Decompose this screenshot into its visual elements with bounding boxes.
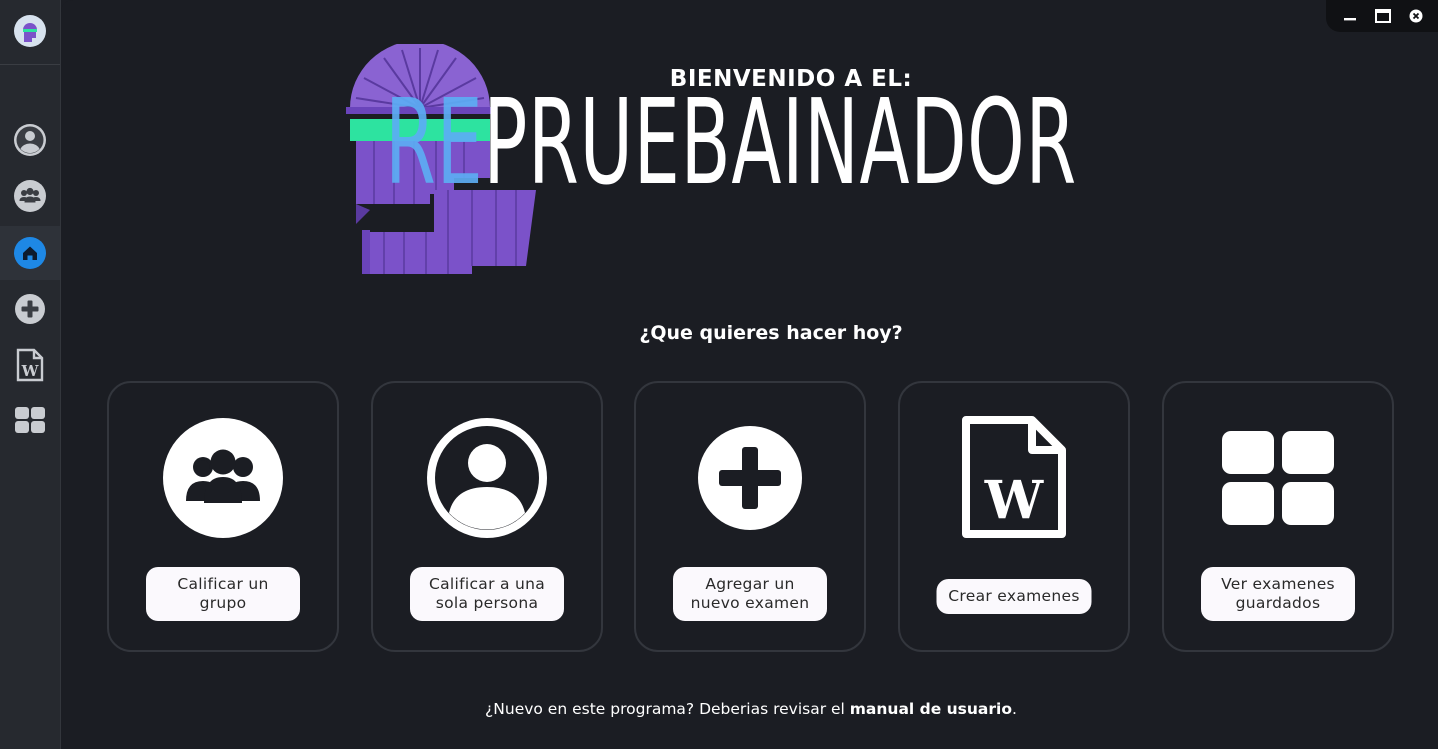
sidebar-item-word[interactable]: W xyxy=(0,338,60,392)
card-add-exam: Agregar un nuevo examen xyxy=(634,381,866,652)
svg-text:W: W xyxy=(984,470,1045,531)
card-icon-area: W xyxy=(900,413,1128,543)
view-saved-exams-button[interactable]: Ver examenes guardados xyxy=(1201,567,1355,621)
footer-end: . xyxy=(1012,700,1017,718)
sidebar-item-add[interactable] xyxy=(0,282,60,336)
group-icon xyxy=(163,418,283,538)
card-grade-single: Calificar a una sola persona xyxy=(371,381,603,652)
footer-text: ¿Nuevo en este programa? Deberias revisa… xyxy=(485,700,850,718)
word-document-icon: W xyxy=(962,416,1066,538)
app-title-prefix: RE xyxy=(385,73,484,211)
footer-note: ¿Nuevo en este programa? Deberias revisa… xyxy=(361,700,1141,718)
sidebar-item-home[interactable] xyxy=(0,226,60,280)
card-view-saved: Ver examenes guardados xyxy=(1162,381,1394,652)
minimize-icon xyxy=(1344,18,1356,21)
group-icon xyxy=(14,180,46,212)
grid-icon xyxy=(15,407,45,433)
sidebar-item-group[interactable] xyxy=(0,169,60,223)
card-icon-area xyxy=(373,413,601,543)
sidebar-item-profile[interactable] xyxy=(0,113,60,167)
close-button[interactable] xyxy=(1405,6,1427,26)
maximize-button[interactable] xyxy=(1372,6,1394,26)
app-title: REPRUEBAINADOR xyxy=(385,80,1077,204)
sidebar-logo-area xyxy=(0,0,60,65)
user-icon xyxy=(427,418,547,538)
card-icon-area xyxy=(636,413,864,543)
sidebar: W xyxy=(0,0,61,749)
sidebar-item-grid[interactable] xyxy=(0,393,60,447)
grid-icon xyxy=(1222,431,1334,525)
create-exams-button[interactable]: Crear examenes xyxy=(936,579,1092,614)
card-icon-area xyxy=(1164,413,1392,543)
minimize-button[interactable] xyxy=(1339,6,1361,26)
card-icon-area xyxy=(109,413,337,543)
app-title-rest: PRUEBAINADOR xyxy=(483,73,1077,211)
question-heading: ¿Que quieres hacer hoy? xyxy=(639,322,903,344)
app-window: W BIENVENIDO A EL: REPRUEBAINADOR ¿Que q… xyxy=(0,0,1438,749)
add-exam-button[interactable]: Agregar un nuevo examen xyxy=(673,567,827,621)
svg-text:W: W xyxy=(21,362,40,380)
plus-icon xyxy=(698,426,802,530)
card-grade-group: Calificar un grupo xyxy=(107,381,339,652)
maximize-icon xyxy=(1375,9,1391,23)
close-icon xyxy=(1409,9,1423,23)
user-manual-link[interactable]: manual de usuario xyxy=(850,700,1012,718)
word-document-icon: W xyxy=(16,348,44,382)
user-icon xyxy=(14,124,46,156)
plus-icon xyxy=(15,294,45,324)
grade-single-button[interactable]: Calificar a una sola persona xyxy=(410,567,564,621)
grade-group-button[interactable]: Calificar un grupo xyxy=(146,567,300,621)
window-controls xyxy=(1326,0,1438,32)
repruebainador-logo-icon xyxy=(14,15,46,47)
card-create-exams: W Crear examenes xyxy=(898,381,1130,652)
home-icon xyxy=(14,237,46,269)
main-content: BIENVENIDO A EL: REPRUEBAINADOR ¿Que qui… xyxy=(61,0,1438,749)
